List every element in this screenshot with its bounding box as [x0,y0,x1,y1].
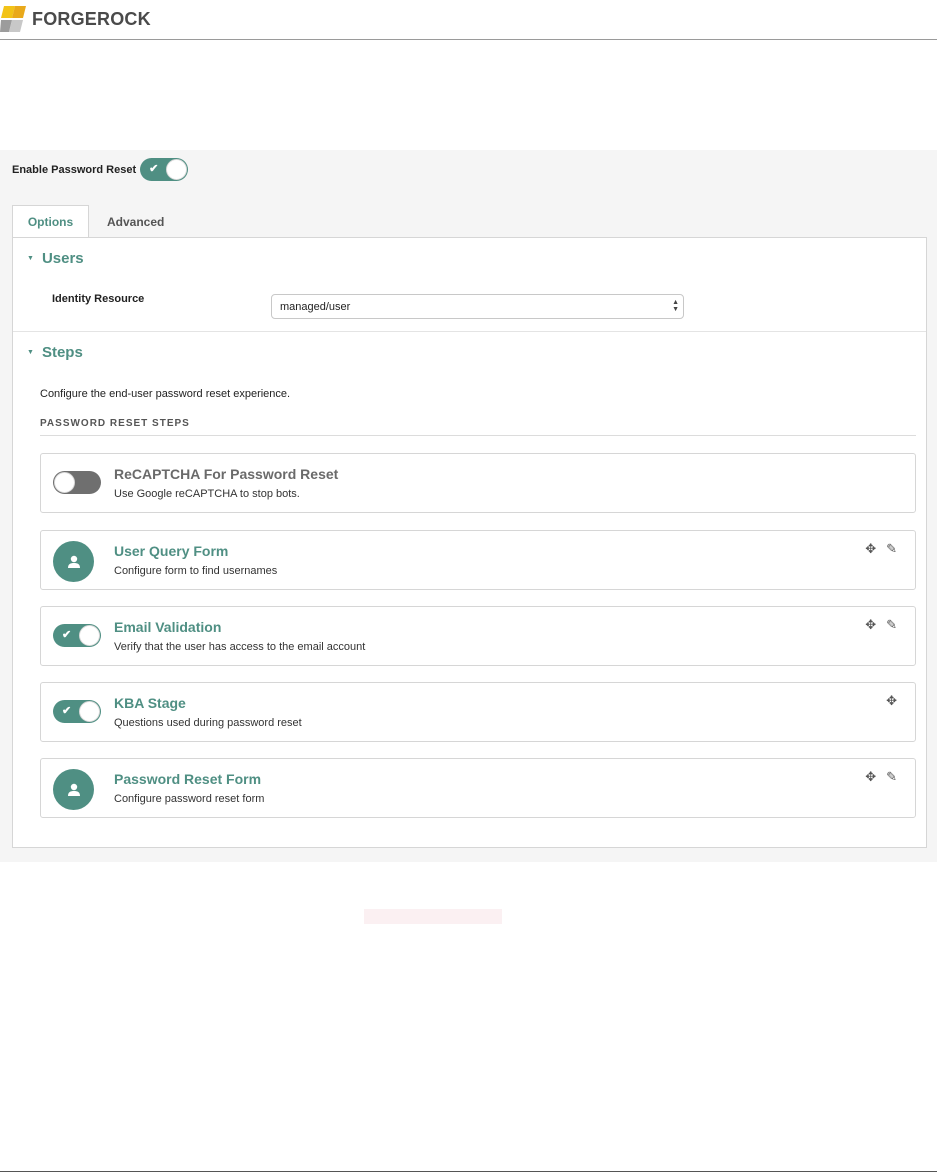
step-actions: ✥ ✎ [865,618,897,631]
steps-section-title: Steps [41,344,83,361]
kba-stage-toggle[interactable]: ✔ [53,700,101,723]
move-icon[interactable]: ✥ [865,618,876,631]
move-icon[interactable]: ✥ [886,694,897,707]
step-title: KBA Stage [114,695,186,711]
enable-password-reset-row: Enable Password Reset ✔ [12,158,189,181]
identity-resource-label: Identity Resource [52,293,145,305]
forgerock-logo[interactable]: FORGEROCK [0,2,151,36]
bottom-rule [0,1171,937,1172]
section-divider [13,331,926,332]
select-arrows-icon: ▲ ▼ [672,299,679,313]
step-title: Email Validation [114,619,222,635]
edit-icon[interactable]: ✎ [886,542,897,555]
tab-options[interactable]: Options [12,205,89,238]
step-title: User Query Form [114,543,229,559]
tab-bar: Options Advanced [12,205,182,238]
enable-password-reset-label: Enable Password Reset [12,163,137,176]
steps-section-header[interactable]: ▼ Steps [27,344,83,361]
steps-heading-rule [40,435,916,436]
recaptcha-toggle[interactable] [53,471,101,494]
steps-description: Configure the end-user password reset ex… [40,388,291,400]
edit-icon[interactable]: ✎ [886,618,897,631]
step-email-validation: ✔ Email Validation Verify that the user … [40,606,916,666]
caret-down-icon: ▼ [27,349,34,356]
step-actions: ✥ [886,694,897,707]
user-icon-glyph [67,555,80,568]
step-subtitle: Configure password reset form [114,793,265,805]
step-user-query-form: User Query Form Configure form to find u… [40,530,916,590]
toggle-knob [79,701,100,722]
highlight-strip [364,909,502,924]
step-subtitle: Configure form to find usernames [114,565,278,577]
users-section-header[interactable]: ▼ Users [27,250,84,267]
step-subtitle: Questions used during password reset [114,717,302,729]
step-subtitle: Verify that the user has access to the e… [114,641,366,653]
step-password-reset-form: Password Reset Form Configure password r… [40,758,916,818]
identity-resource-value: managed/user [280,300,351,313]
top-bar: FORGEROCK [0,0,937,40]
toggle-knob [79,625,100,646]
step-recaptcha: ReCAPTCHA For Password Reset Use Google … [40,453,916,513]
check-icon: ✔ [149,163,159,175]
users-section-title: Users [41,250,84,267]
step-kba-stage: ✔ KBA Stage Questions used during passwo… [40,682,916,742]
forgerock-logo-icon [0,6,26,32]
toggle-knob [54,472,75,493]
brand-name: FORGEROCK [32,8,151,29]
edit-icon[interactable]: ✎ [886,770,897,783]
step-subtitle: Use Google reCAPTCHA to stop bots. [114,488,300,500]
user-icon-glyph [67,783,80,796]
check-icon: ✔ [62,705,72,717]
password-reset-panel: Enable Password Reset ✔ Options Advanced… [0,150,937,862]
step-title: Password Reset Form [114,771,262,787]
move-icon[interactable]: ✥ [865,770,876,783]
identity-resource-select[interactable]: managed/user ▲ ▼ [271,294,684,319]
email-validation-toggle[interactable]: ✔ [53,624,101,647]
tab-advanced[interactable]: Advanced [89,205,182,238]
options-card: ▼ Users Identity Resource managed/user ▲… [12,237,927,848]
toggle-knob [166,159,188,180]
enable-password-reset-toggle[interactable]: ✔ [140,158,189,181]
caret-down-icon: ▼ [27,255,34,262]
user-icon [53,769,94,810]
step-actions: ✥ ✎ [865,542,897,555]
move-icon[interactable]: ✥ [865,542,876,555]
password-reset-steps-heading: PASSWORD RESET STEPS [40,418,190,429]
step-title: ReCAPTCHA For Password Reset [114,466,339,482]
step-actions: ✥ ✎ [865,770,897,783]
user-icon [53,541,94,582]
check-icon: ✔ [62,629,72,641]
